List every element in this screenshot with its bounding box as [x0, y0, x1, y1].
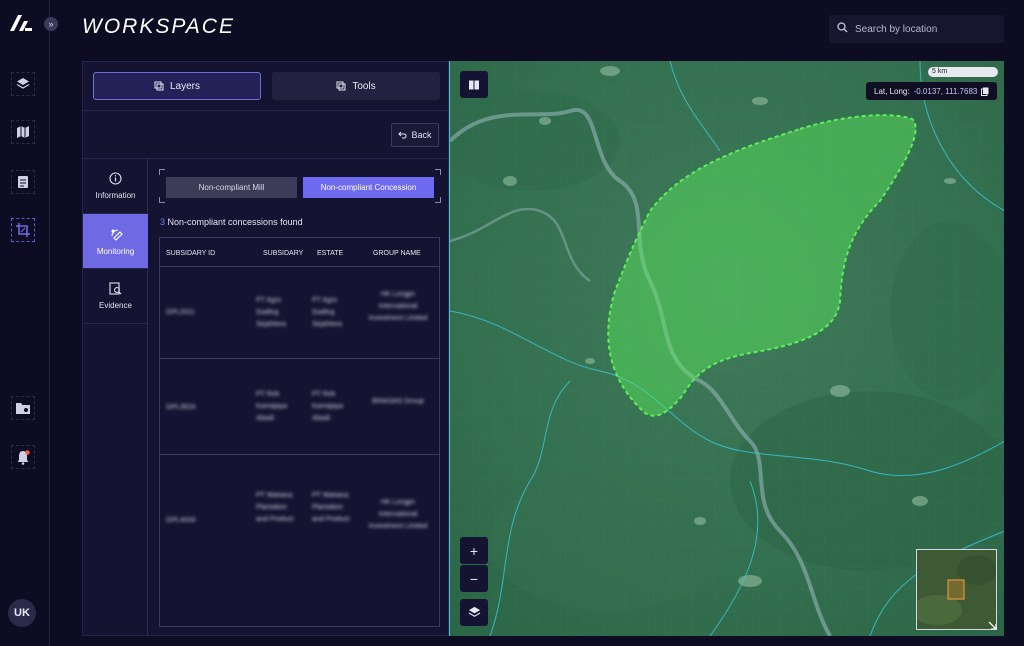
- side-panel: Layers Tools Back Information Monitoring…: [82, 61, 449, 636]
- latlong-value: -0.0137, 111.7683: [913, 86, 978, 96]
- book-icon: [469, 80, 479, 89]
- panel-tabs: Layers Tools: [93, 72, 440, 100]
- results-count: 3 Non-compliant concessions found: [160, 217, 303, 227]
- satellite-icon: [110, 228, 123, 241]
- cell-estate: PT Refi Kamajaya Abadi: [312, 391, 344, 422]
- map-split-view-button[interactable]: [460, 71, 488, 98]
- tab-layers-label: Layers: [169, 80, 200, 92]
- expand-sidebar-button[interactable]: »: [44, 17, 58, 31]
- zoom-out-button[interactable]: −: [460, 565, 488, 592]
- back-label: Back: [411, 130, 432, 140]
- latlong-label: Lat, Long:: [874, 86, 910, 96]
- cell-subsidiary-id: GPL4034: [166, 517, 196, 524]
- rail-notifications-button[interactable]: [11, 445, 35, 469]
- nav-information[interactable]: Information: [83, 159, 148, 214]
- left-rail: UK: [0, 0, 50, 646]
- column-subsidiary: SUBSIDARY: [263, 250, 304, 257]
- nav-monitoring-label: Monitoring: [96, 246, 135, 256]
- side-nav: Information Monitoring Evidence: [83, 159, 148, 635]
- rail-document-button[interactable]: [11, 170, 35, 194]
- search-input[interactable]: [855, 23, 995, 35]
- layers-icon: [468, 606, 480, 617]
- back-arrow-icon: [398, 131, 407, 139]
- cell-group-name: HK Longjin International Investment Limi…: [368, 291, 428, 322]
- monitoring-content: Non-compliant Mill Non-compliant Concess…: [149, 159, 448, 635]
- rail-folder-settings-button[interactable]: [11, 396, 35, 420]
- coordinates-readout: Lat, Long: -0.0137, 111.7683: [866, 82, 998, 100]
- minimap[interactable]: [916, 549, 997, 630]
- filter-noncompliant-concession[interactable]: Non-compliant Concession: [303, 177, 434, 198]
- minimap-view: [917, 550, 996, 629]
- cell-group-name: HK Longjin International Investment Limi…: [368, 499, 428, 530]
- rail-crop-button[interactable]: [11, 218, 35, 242]
- search-bar: [829, 15, 1004, 43]
- tab-tools[interactable]: Tools: [272, 72, 440, 100]
- copy-icon[interactable]: [981, 87, 989, 96]
- column-estate: ESTATE: [317, 250, 344, 257]
- zoom-in-button[interactable]: +: [460, 537, 488, 564]
- cell-subsidiary: PT Wahana Plantation and Product: [256, 492, 294, 523]
- search-icon: [829, 22, 855, 36]
- app-title: WORKSPACE: [82, 15, 235, 38]
- map-view[interactable]: 5 km Lat, Long: -0.0137, 111.7683 + −: [449, 61, 1004, 636]
- tools-tab-icon: [336, 81, 346, 91]
- divider: [83, 110, 448, 111]
- filter-noncompliant-mill[interactable]: Non-compliant Mill: [166, 177, 297, 198]
- rail-layers-button[interactable]: [11, 72, 35, 96]
- tab-tools-label: Tools: [352, 80, 376, 92]
- layers-tab-icon: [154, 81, 164, 91]
- table-header: SUBSIDARY ID SUBSIDARY ESTATE GROUP NAME: [160, 238, 439, 267]
- cell-subsidiary: PT Refi Kamajaya Abadi: [256, 391, 288, 422]
- table-row[interactable]: GPL4034 PT Wahana Plantation and Product…: [160, 455, 439, 626]
- cell-estate: PT Agro Gading Sejahtera: [312, 297, 342, 328]
- back-button[interactable]: Back: [391, 123, 439, 147]
- cell-group-name: BINASAS Group: [372, 398, 424, 405]
- tab-layers[interactable]: Layers: [93, 72, 261, 100]
- cell-subsidiary-id: GPL2011: [166, 309, 196, 316]
- map-layers-button[interactable]: [460, 599, 488, 626]
- concessions-table: SUBSIDARY ID SUBSIDARY ESTATE GROUP NAME…: [159, 237, 440, 627]
- column-group-name: GROUP NAME: [373, 250, 421, 257]
- info-icon: [109, 172, 122, 185]
- user-avatar[interactable]: UK: [8, 599, 36, 627]
- filter-toggle: Non-compliant Mill Non-compliant Concess…: [159, 169, 441, 203]
- table-row[interactable]: GPL3524 PT Refi Kamajaya Abadi PT Refi K…: [160, 359, 439, 455]
- nav-evidence[interactable]: Evidence: [83, 269, 148, 324]
- nav-information-label: Information: [95, 191, 136, 200]
- results-count-text: Non-compliant concessions found: [165, 217, 303, 227]
- logo[interactable]: [9, 14, 33, 32]
- cell-estate: PT Wahana Plantation and Product: [312, 492, 350, 523]
- rail-map-button[interactable]: [11, 120, 35, 144]
- cell-subsidiary: PT Agro Gading Sejahtera: [256, 297, 286, 328]
- table-row[interactable]: GPL2011 PT Agro Gading Sejahtera PT Agro…: [160, 267, 439, 359]
- evidence-icon: [109, 282, 122, 295]
- minimap-viewport[interactable]: [947, 579, 965, 600]
- map-scale: 5 km: [928, 67, 998, 77]
- nav-monitoring[interactable]: Monitoring: [83, 214, 148, 269]
- nav-evidence-label: Evidence: [99, 301, 132, 310]
- column-subsidiary-id: SUBSIDARY ID: [166, 250, 216, 257]
- cell-subsidiary-id: GPL3524: [166, 404, 196, 411]
